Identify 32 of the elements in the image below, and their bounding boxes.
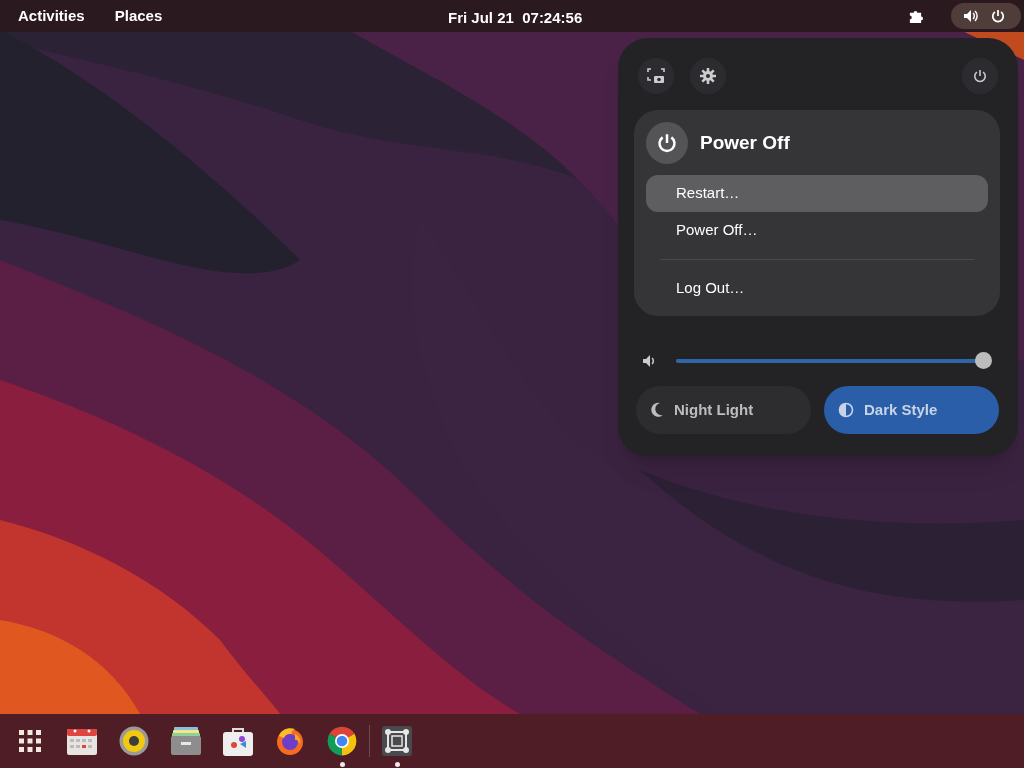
settings-button[interactable]: [690, 58, 726, 94]
power-icon: [646, 122, 688, 164]
speaker-icon: [963, 8, 979, 24]
toggle-button[interactable]: Night Light: [636, 386, 811, 434]
power-button[interactable]: [962, 58, 998, 94]
shopping-bag-icon[interactable]: [223, 726, 253, 756]
menu-item[interactable]: Power Off…: [646, 212, 988, 249]
power-icon: [973, 69, 987, 83]
menu-title: Power Off: [700, 130, 790, 155]
system-indicators[interactable]: [951, 3, 1021, 29]
settings-icon: [700, 68, 716, 84]
volume-slider[interactable]: [676, 352, 992, 370]
screenshot-icon: [647, 67, 665, 85]
flame-globe-icon[interactable]: [275, 726, 305, 756]
speaker-icon[interactable]: [119, 726, 149, 756]
slider-thumb[interactable]: [975, 352, 992, 369]
moon-icon: [650, 402, 664, 418]
frame-icon[interactable]: [382, 726, 412, 756]
apps-grid-icon[interactable]: [19, 730, 41, 752]
clock[interactable]: Fri Jul 21 07:24:56: [448, 7, 583, 30]
contrast-icon: [838, 402, 854, 418]
activities-button[interactable]: Activities: [18, 4, 85, 28]
menu-item[interactable]: Log Out…: [646, 270, 988, 307]
calendar-icon[interactable]: [67, 727, 97, 755]
menu-item[interactable]: Restart…: [646, 175, 988, 212]
screenshot-button[interactable]: [638, 58, 674, 94]
puzzle-icon[interactable]: [908, 9, 923, 24]
power-icon: [991, 9, 1005, 23]
places-menu[interactable]: Places: [114, 4, 163, 28]
toggle-button[interactable]: Dark Style: [824, 386, 999, 434]
ring-globe-icon[interactable]: [327, 726, 357, 756]
file-cabinet-icon[interactable]: [171, 727, 201, 755]
